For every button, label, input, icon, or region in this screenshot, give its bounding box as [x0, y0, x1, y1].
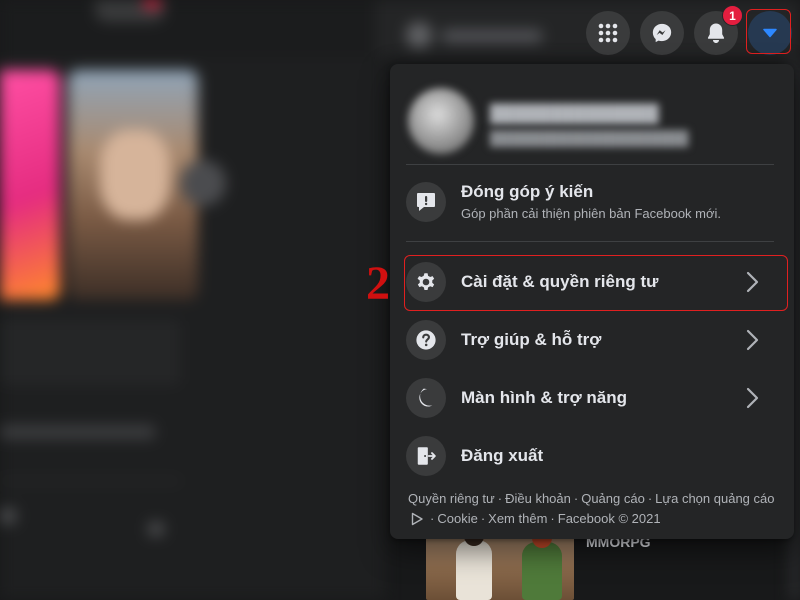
- footer-cookies-link[interactable]: Cookie: [437, 511, 477, 526]
- chevron-right-icon: [746, 329, 759, 351]
- notification-badge: 1: [722, 5, 743, 26]
- bg-post-icon: [0, 508, 16, 524]
- item-icon-wrapper: [406, 182, 446, 222]
- footer-ads-link[interactable]: Quảng cáo: [581, 491, 645, 506]
- moon-icon: [419, 388, 433, 407]
- menu-button[interactable]: [586, 11, 630, 55]
- feedback-icon: [417, 193, 435, 211]
- menu-divider: [406, 164, 774, 165]
- menu-grid-icon: [598, 23, 618, 43]
- chevron-right-icon: [746, 387, 759, 409]
- footer-terms-link[interactable]: Điều khoản: [505, 491, 571, 506]
- footer-more-link[interactable]: Xem thêm: [488, 511, 547, 526]
- annotation-box-step-2: [404, 255, 788, 311]
- adchoices-icon: [411, 512, 423, 525]
- bg-post-card: [0, 320, 180, 385]
- logout-label: Đăng xuất: [461, 446, 544, 465]
- help-support-item[interactable]: Trợ giúp & hỗ trợ: [400, 315, 784, 365]
- display-accessibility-label: Màn hình & trợ năng: [461, 388, 628, 407]
- avatar: [408, 88, 474, 154]
- bg-profile-chip: [402, 18, 552, 52]
- item-icon-wrapper: [406, 378, 446, 418]
- bg-story-card: [0, 70, 60, 300]
- profile-link[interactable]: ██████████████ ████████████████████: [408, 78, 776, 166]
- logout-icon: [417, 447, 436, 465]
- menu-footer: Quyền riêng tư · Điều khoản · Quảng cáo · Lựa …: [408, 491, 775, 526]
- bg-post-icon: [148, 522, 164, 536]
- bg-divider: [0, 480, 180, 482]
- profile-name-redacted: ██████████████: [490, 104, 659, 123]
- messenger-button[interactable]: [640, 11, 684, 55]
- help-support-label: Trợ giúp & hỗ trợ: [461, 330, 602, 349]
- footer-privacy-link[interactable]: Quyền riêng tư: [408, 491, 495, 506]
- footer-copyright: Facebook © 2021: [557, 511, 661, 526]
- bg-story-face: [100, 130, 170, 220]
- annotation-step-2: 2: [366, 257, 390, 310]
- item-icon-wrapper: [406, 320, 446, 360]
- display-accessibility-item[interactable]: Màn hình & trợ năng: [400, 373, 784, 423]
- feedback-subtitle: Góp phần cải thiện phiên bản Facebook mớ…: [461, 206, 722, 221]
- messenger-icon: [652, 23, 672, 43]
- feedback-title: Đóng góp ý kiến: [461, 182, 594, 201]
- footer-adchoices-link[interactable]: Lựa chọn quảng cáo: [655, 491, 774, 506]
- menu-divider: [406, 241, 774, 242]
- bg-post-text: [0, 425, 155, 439]
- bg-story-next-arrow: [180, 160, 226, 206]
- give-feedback-item[interactable]: Đóng góp ý kiến Góp phần cải thiện phiên…: [400, 177, 784, 227]
- logout-item[interactable]: Đăng xuất: [400, 431, 784, 481]
- help-icon: [416, 330, 436, 350]
- annotation-box-step-1: [746, 9, 791, 54]
- bg-nav-tab: [95, 0, 165, 22]
- bell-icon: [707, 23, 725, 43]
- profile-subtitle-redacted: ████████████████████: [490, 130, 689, 146]
- item-icon-wrapper: [406, 436, 446, 476]
- bg-top-navbar-left: [0, 0, 375, 57]
